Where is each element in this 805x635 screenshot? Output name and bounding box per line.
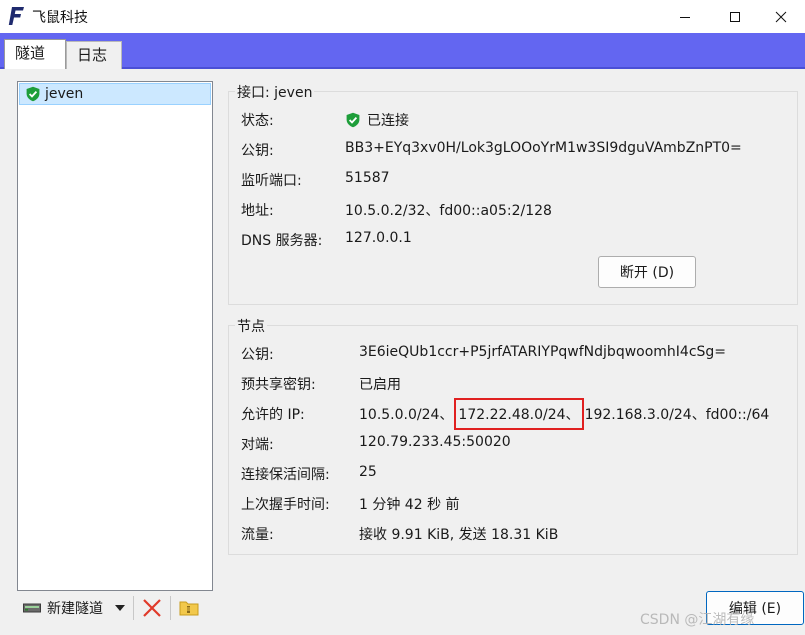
allowed-ips-rest: 192.168.3.0/24、fd00::/64 (584, 407, 770, 423)
status-text: 已连接 (367, 113, 409, 129)
status-value: 已连接 (345, 110, 409, 130)
handshake-value: 1 分钟 42 秒 前 (359, 497, 460, 513)
listen-port-value: 51587 (345, 170, 390, 186)
close-button[interactable] (758, 0, 804, 33)
allowed-ips-label: 允许的 IP: (241, 407, 305, 423)
add-tunnel-dropdown[interactable] (111, 594, 129, 622)
shield-check-icon (346, 112, 360, 128)
delete-tunnel-button[interactable] (138, 594, 166, 622)
minimize-button[interactable] (662, 0, 708, 33)
tunnel-toolbar: 新建隧道 (17, 593, 203, 623)
disconnect-button[interactable]: 断开 (D) (598, 256, 696, 288)
maximize-button[interactable] (712, 0, 758, 33)
edit-button[interactable]: 编辑 (E) (706, 591, 804, 625)
tab-strip: 隧道 日志 (0, 33, 805, 70)
close-icon (775, 11, 787, 22)
tab-log[interactable]: 日志 (66, 41, 122, 69)
transfer-label: 流量: (241, 527, 274, 543)
status-label: 状态: (241, 113, 274, 129)
shield-check-icon (26, 86, 40, 102)
title-bar: 飞鼠科技 (0, 0, 805, 33)
minimize-icon (680, 16, 690, 18)
window-title: 飞鼠科技 (32, 10, 88, 26)
allowed-ips-highlight: 172.22.48.0/24、 (454, 398, 584, 430)
preshared-key-value: 已启用 (359, 377, 401, 393)
peer-public-key-label: 公钥: (241, 347, 274, 363)
allowed-ips-value: 10.5.0.0/24、 172.22.48.0/24、 192.168.3.0/2… (359, 398, 769, 430)
interface-group: 接口: jeven 状态: 已连接 公钥: BB3+EYq3xv0H/Lok3g… (228, 82, 798, 305)
keepalive-label: 连接保活间隔: (241, 467, 330, 483)
toolbar-divider (133, 596, 134, 620)
tunnel-list[interactable]: jeven (17, 81, 213, 591)
maximize-icon (730, 11, 740, 22)
public-key-value: BB3+EYq3xv0H/Lok3gLOOoYrM1w3SI9dguVAmbZn… (345, 140, 742, 156)
endpoint-value: 120.79.233.45:50020 (359, 434, 511, 450)
peer-title: 节点 (235, 316, 267, 336)
tunnel-list-item[interactable]: jeven (19, 83, 211, 105)
caret-down-icon (115, 605, 125, 611)
tab-tunnels[interactable]: 隧道 (4, 39, 66, 70)
peer-group: 节点 公钥: 3E6ieQUb1ccr+P5jrfATARIYPqwfNdjbq… (228, 316, 798, 555)
preshared-key-label: 预共享密钥: (241, 377, 316, 393)
transfer-value: 接收 9.91 KiB, 发送 18.31 KiB (359, 527, 559, 543)
tunnel-name: jeven (45, 86, 84, 102)
dns-value: 127.0.0.1 (345, 230, 412, 246)
listen-port-label: 监听端口: (241, 173, 302, 189)
handshake-label: 上次握手时间: (241, 497, 330, 513)
address-label: 地址: (241, 203, 274, 219)
app-logo-icon (8, 7, 24, 25)
dns-label: DNS 服务器: (241, 233, 323, 249)
allowed-ips-first: 10.5.0.0/24、 (359, 407, 454, 423)
export-tunnels-button[interactable] (175, 594, 203, 622)
folder-zip-icon (179, 601, 199, 616)
add-tunnel-icon (23, 603, 41, 613)
tunnels-page: jeven 新建隧道 接口: jeven 状态: 已连接 公钥: BB3+EYq… (0, 69, 805, 635)
add-tunnel-button[interactable]: 新建隧道 (17, 594, 109, 622)
delete-x-icon (143, 599, 161, 617)
keepalive-value: 25 (359, 464, 377, 480)
peer-public-key-value: 3E6ieQUb1ccr+P5jrfATARIYPqwfNdjbqwoomhI4… (359, 344, 727, 360)
interface-title: 接口: jeven (235, 82, 315, 102)
add-tunnel-label: 新建隧道 (47, 601, 103, 617)
address-value: 10.5.0.2/32、fd00::a05:2/128 (345, 203, 552, 219)
public-key-label: 公钥: (241, 143, 274, 159)
endpoint-label: 对端: (241, 437, 274, 453)
toolbar-divider (170, 596, 171, 620)
